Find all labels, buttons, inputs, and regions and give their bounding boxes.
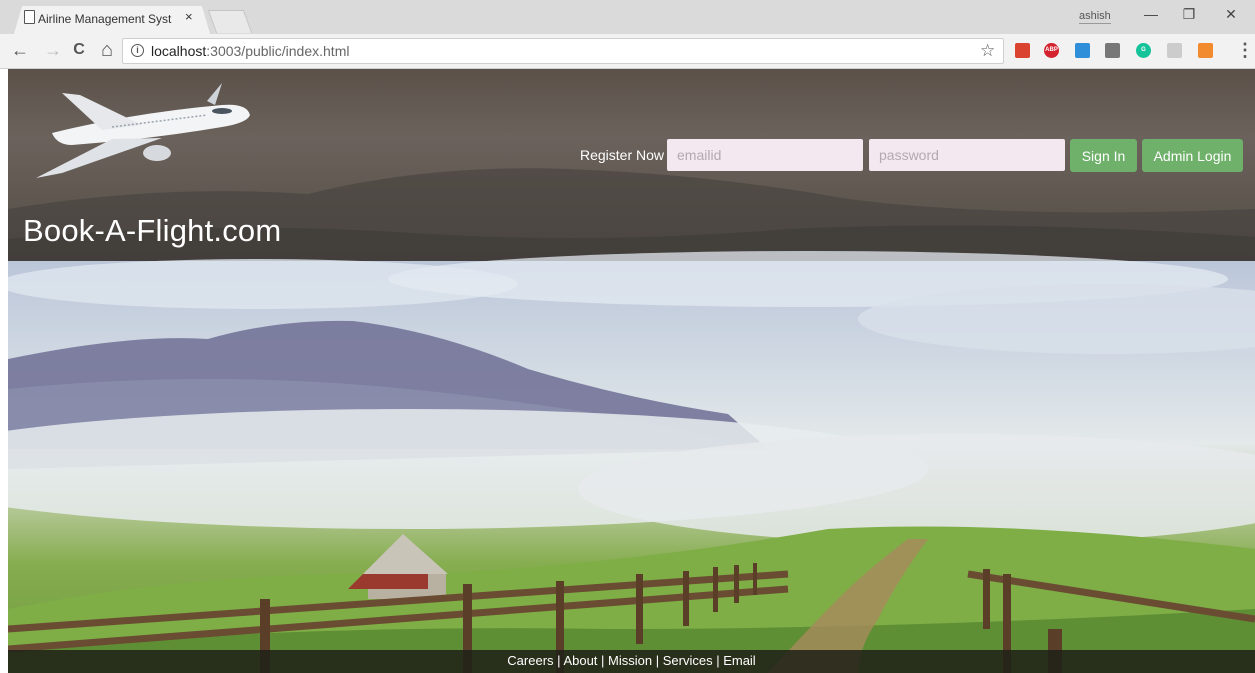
- tab-strip: Airline Management Syst × ashish — ❐ ✕: [0, 0, 1255, 34]
- minimize-icon[interactable]: —: [1136, 6, 1166, 22]
- page-icon: [24, 10, 35, 24]
- email-input[interactable]: [667, 139, 863, 171]
- url-text[interactable]: localhost:3003/public/index.html: [151, 43, 349, 59]
- password-input[interactable]: [869, 139, 1065, 171]
- url-path: :3003/public/index.html: [206, 43, 350, 59]
- reload-icon[interactable]: C: [68, 39, 90, 61]
- site-brand-title: Book-A-Flight.com: [23, 213, 282, 248]
- footer-link-about[interactable]: About: [563, 653, 597, 668]
- forward-icon[interactable]: →: [42, 39, 64, 61]
- restore-icon[interactable]: ❐: [1174, 6, 1204, 23]
- browser-chrome: Airline Management Syst × ashish — ❐ ✕ ←…: [0, 0, 1255, 69]
- info-icon[interactable]: i: [131, 44, 144, 57]
- tab-close-icon[interactable]: ×: [185, 10, 193, 24]
- footer-link-careers[interactable]: Careers: [507, 653, 553, 668]
- close-window-icon[interactable]: ✕: [1216, 6, 1246, 23]
- register-now-link[interactable]: Register Now: [580, 147, 664, 163]
- site-footer: Careers | About | Mission | Services | E…: [8, 650, 1255, 673]
- new-tab-button[interactable]: [207, 10, 253, 33]
- grammarly-extension-label: G: [1141, 47, 1146, 53]
- profile-name[interactable]: ashish: [1079, 9, 1111, 24]
- menu-icon[interactable]: ⋮: [1236, 40, 1254, 60]
- url-host: localhost: [151, 43, 207, 59]
- page-viewport: Book-A-Flight.com Register Now Sign In A…: [8, 69, 1255, 673]
- adblock-plus-extension-icon[interactable]: ABP: [1044, 43, 1059, 58]
- footer-separator: |: [652, 653, 663, 668]
- bookmark-star-icon[interactable]: ☆: [980, 41, 995, 61]
- blue-window-extension-icon[interactable]: [1075, 43, 1090, 58]
- admin-login-button[interactable]: Admin Login: [1142, 139, 1243, 172]
- footer-link-email[interactable]: Email: [723, 653, 756, 668]
- adblock-plus-extension-label: ABP: [1045, 47, 1058, 53]
- red-bookmark-extension-icon[interactable]: [1015, 43, 1030, 58]
- gray-square-extension-icon[interactable]: [1105, 43, 1120, 58]
- back-icon[interactable]: ←: [9, 39, 31, 61]
- sign-in-button[interactable]: Sign In: [1070, 139, 1137, 172]
- footer-separator: |: [597, 653, 609, 668]
- airplane-logo-icon: [36, 83, 250, 178]
- colorful-extension-icon[interactable]: [1198, 43, 1213, 58]
- footer-separator: |: [553, 653, 564, 668]
- gray-leaf-extension-icon[interactable]: [1167, 43, 1182, 58]
- grammarly-extension-icon[interactable]: G: [1136, 43, 1151, 58]
- footer-separator: |: [712, 653, 724, 668]
- footer-links: Careers | About | Mission | Services | E…: [8, 650, 1255, 671]
- footer-link-mission[interactable]: Mission: [608, 653, 652, 668]
- footer-link-services[interactable]: Services: [663, 653, 713, 668]
- home-icon[interactable]: ⌂: [96, 39, 118, 61]
- site-header: Book-A-Flight.com Register Now Sign In A…: [8, 69, 1255, 260]
- tab-title: Airline Management Syst: [38, 12, 172, 26]
- address-bar[interactable]: i localhost:3003/public/index.html ☆: [122, 38, 1004, 64]
